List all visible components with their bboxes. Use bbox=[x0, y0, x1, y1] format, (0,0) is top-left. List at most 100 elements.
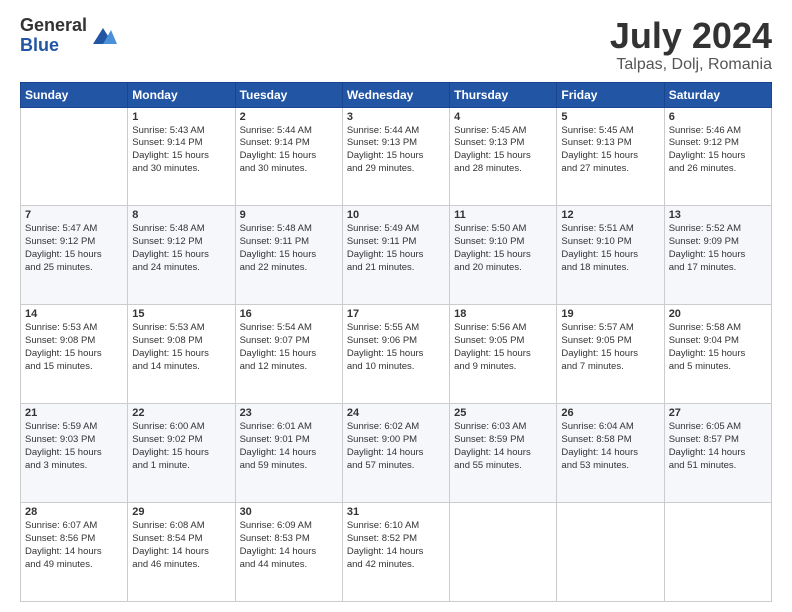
table-row: 8 Sunrise: 5:48 AM Sunset: 9:12 PM Daylig… bbox=[128, 206, 235, 305]
header: General Blue July 2024 Talpas, Dolj, Rom… bbox=[20, 16, 772, 74]
table-row: 4Sunrise: 5:45 AM Sunset: 9:13 PM Daylig… bbox=[450, 107, 557, 206]
table-row: 9 Sunrise: 5:48 AM Sunset: 9:11 PM Daylig… bbox=[235, 206, 342, 305]
day-info: Sunrise: 5:57 AM Sunset: 9:05 PM Dayligh… bbox=[561, 322, 659, 373]
day-number: 5 bbox=[561, 111, 659, 123]
calendar-week-2: 7 Sunrise: 5:47 AM Sunset: 9:12 PM Daylig… bbox=[21, 206, 772, 305]
calendar-week-5: 28Sunrise: 6:07 AM Sunset: 8:56 PM Dayli… bbox=[21, 503, 772, 602]
day-info: Sunrise: 5:46 AM Sunset: 9:12 PM Dayligh… bbox=[669, 125, 767, 176]
table-row: 10 Sunrise: 5:49 AM Sunset: 9:11 PM Dayli… bbox=[342, 206, 449, 305]
day-number: 19 bbox=[561, 308, 659, 320]
table-row: 25 Sunrise: 6:03 AM Sunset: 8:59 PM Dayli… bbox=[450, 404, 557, 503]
day-number: 2 bbox=[240, 111, 338, 123]
table-row: 13 Sunrise: 5:52 AM Sunset: 9:09 PM Dayli… bbox=[664, 206, 771, 305]
table-row: 16Sunrise: 5:54 AM Sunset: 9:07 PM Dayli… bbox=[235, 305, 342, 404]
calendar-week-4: 21 Sunrise: 5:59 AM Sunset: 9:03 PM Dayli… bbox=[21, 404, 772, 503]
table-row: 23Sunrise: 6:01 AM Sunset: 9:01 PM Dayli… bbox=[235, 404, 342, 503]
day-number: 6 bbox=[669, 111, 767, 123]
header-saturday: Saturday bbox=[664, 82, 771, 107]
day-number: 8 bbox=[132, 209, 230, 221]
day-info: Sunrise: 6:04 AM Sunset: 8:58 PM Dayligh… bbox=[561, 421, 659, 472]
table-row: 5Sunrise: 5:45 AM Sunset: 9:13 PM Daylig… bbox=[557, 107, 664, 206]
day-info: Sunrise: 5:58 AM Sunset: 9:04 PM Dayligh… bbox=[669, 322, 767, 373]
table-row: 17Sunrise: 5:55 AM Sunset: 9:06 PM Dayli… bbox=[342, 305, 449, 404]
header-wednesday: Wednesday bbox=[342, 82, 449, 107]
day-number: 18 bbox=[454, 308, 552, 320]
day-number: 14 bbox=[25, 308, 123, 320]
day-number: 15 bbox=[132, 308, 230, 320]
table-row: 15 Sunrise: 5:53 AM Sunset: 9:08 PM Dayli… bbox=[128, 305, 235, 404]
day-info: Sunrise: 5:48 AM Sunset: 9:11 PM Dayligh… bbox=[240, 223, 338, 274]
table-row: 7 Sunrise: 5:47 AM Sunset: 9:12 PM Daylig… bbox=[21, 206, 128, 305]
day-info: Sunrise: 5:44 AM Sunset: 9:13 PM Dayligh… bbox=[347, 125, 445, 176]
day-number: 21 bbox=[25, 407, 123, 419]
table-row: 6 Sunrise: 5:46 AM Sunset: 9:12 PM Daylig… bbox=[664, 107, 771, 206]
header-monday: Monday bbox=[128, 82, 235, 107]
table-row: 1Sunrise: 5:43 AM Sunset: 9:14 PM Daylig… bbox=[128, 107, 235, 206]
table-row: 24 Sunrise: 6:02 AM Sunset: 9:00 PM Dayli… bbox=[342, 404, 449, 503]
day-info: Sunrise: 5:51 AM Sunset: 9:10 PM Dayligh… bbox=[561, 223, 659, 274]
day-number: 17 bbox=[347, 308, 445, 320]
logo-icon bbox=[89, 22, 117, 50]
day-info: Sunrise: 5:43 AM Sunset: 9:14 PM Dayligh… bbox=[132, 125, 230, 176]
header-sunday: Sunday bbox=[21, 82, 128, 107]
day-info: Sunrise: 6:02 AM Sunset: 9:00 PM Dayligh… bbox=[347, 421, 445, 472]
day-number: 3 bbox=[347, 111, 445, 123]
day-number: 24 bbox=[347, 407, 445, 419]
day-info: Sunrise: 6:00 AM Sunset: 9:02 PM Dayligh… bbox=[132, 421, 230, 472]
day-number: 30 bbox=[240, 506, 338, 518]
calendar-header-row: Sunday Monday Tuesday Wednesday Thursday… bbox=[21, 82, 772, 107]
day-number: 9 bbox=[240, 209, 338, 221]
day-info: Sunrise: 5:53 AM Sunset: 9:08 PM Dayligh… bbox=[25, 322, 123, 373]
table-row: 18 Sunrise: 5:56 AM Sunset: 9:05 PM Dayli… bbox=[450, 305, 557, 404]
day-info: Sunrise: 5:53 AM Sunset: 9:08 PM Dayligh… bbox=[132, 322, 230, 373]
table-row: 20 Sunrise: 5:58 AM Sunset: 9:04 PM Dayli… bbox=[664, 305, 771, 404]
day-number: 28 bbox=[25, 506, 123, 518]
header-tuesday: Tuesday bbox=[235, 82, 342, 107]
table-row: 2Sunrise: 5:44 AM Sunset: 9:14 PM Daylig… bbox=[235, 107, 342, 206]
location: Talpas, Dolj, Romania bbox=[610, 56, 772, 74]
day-info: Sunrise: 5:48 AM Sunset: 9:12 PM Dayligh… bbox=[132, 223, 230, 274]
calendar-table: Sunday Monday Tuesday Wednesday Thursday… bbox=[20, 82, 772, 602]
logo: General Blue bbox=[20, 16, 117, 56]
day-number: 25 bbox=[454, 407, 552, 419]
table-row bbox=[664, 503, 771, 602]
day-info: Sunrise: 6:08 AM Sunset: 8:54 PM Dayligh… bbox=[132, 520, 230, 571]
day-number: 29 bbox=[132, 506, 230, 518]
calendar-week-3: 14 Sunrise: 5:53 AM Sunset: 9:08 PM Dayli… bbox=[21, 305, 772, 404]
day-info: Sunrise: 5:50 AM Sunset: 9:10 PM Dayligh… bbox=[454, 223, 552, 274]
day-info: Sunrise: 5:52 AM Sunset: 9:09 PM Dayligh… bbox=[669, 223, 767, 274]
logo-general: General bbox=[20, 15, 87, 35]
month-title: July 2024 bbox=[610, 16, 772, 56]
day-info: Sunrise: 5:59 AM Sunset: 9:03 PM Dayligh… bbox=[25, 421, 123, 472]
day-number: 22 bbox=[132, 407, 230, 419]
header-friday: Friday bbox=[557, 82, 664, 107]
day-info: Sunrise: 5:47 AM Sunset: 9:12 PM Dayligh… bbox=[25, 223, 123, 274]
day-info: Sunrise: 5:45 AM Sunset: 9:13 PM Dayligh… bbox=[454, 125, 552, 176]
day-number: 7 bbox=[25, 209, 123, 221]
day-info: Sunrise: 6:05 AM Sunset: 8:57 PM Dayligh… bbox=[669, 421, 767, 472]
day-number: 10 bbox=[347, 209, 445, 221]
day-info: Sunrise: 6:09 AM Sunset: 8:53 PM Dayligh… bbox=[240, 520, 338, 571]
day-number: 27 bbox=[669, 407, 767, 419]
day-info: Sunrise: 5:56 AM Sunset: 9:05 PM Dayligh… bbox=[454, 322, 552, 373]
table-row: 30 Sunrise: 6:09 AM Sunset: 8:53 PM Dayli… bbox=[235, 503, 342, 602]
table-row bbox=[21, 107, 128, 206]
day-number: 26 bbox=[561, 407, 659, 419]
table-row: 27 Sunrise: 6:05 AM Sunset: 8:57 PM Dayli… bbox=[664, 404, 771, 503]
day-number: 11 bbox=[454, 209, 552, 221]
day-info: Sunrise: 6:03 AM Sunset: 8:59 PM Dayligh… bbox=[454, 421, 552, 472]
table-row: 14 Sunrise: 5:53 AM Sunset: 9:08 PM Dayli… bbox=[21, 305, 128, 404]
table-row: 19 Sunrise: 5:57 AM Sunset: 9:05 PM Dayli… bbox=[557, 305, 664, 404]
header-thursday: Thursday bbox=[450, 82, 557, 107]
day-info: Sunrise: 5:49 AM Sunset: 9:11 PM Dayligh… bbox=[347, 223, 445, 274]
table-row: 29 Sunrise: 6:08 AM Sunset: 8:54 PM Dayli… bbox=[128, 503, 235, 602]
table-row: 21 Sunrise: 5:59 AM Sunset: 9:03 PM Dayli… bbox=[21, 404, 128, 503]
day-number: 20 bbox=[669, 308, 767, 320]
table-row: 11 Sunrise: 5:50 AM Sunset: 9:10 PM Dayli… bbox=[450, 206, 557, 305]
table-row: 3 Sunrise: 5:44 AM Sunset: 9:13 PM Daylig… bbox=[342, 107, 449, 206]
day-number: 13 bbox=[669, 209, 767, 221]
table-row: 28Sunrise: 6:07 AM Sunset: 8:56 PM Dayli… bbox=[21, 503, 128, 602]
day-number: 12 bbox=[561, 209, 659, 221]
table-row bbox=[557, 503, 664, 602]
table-row bbox=[450, 503, 557, 602]
